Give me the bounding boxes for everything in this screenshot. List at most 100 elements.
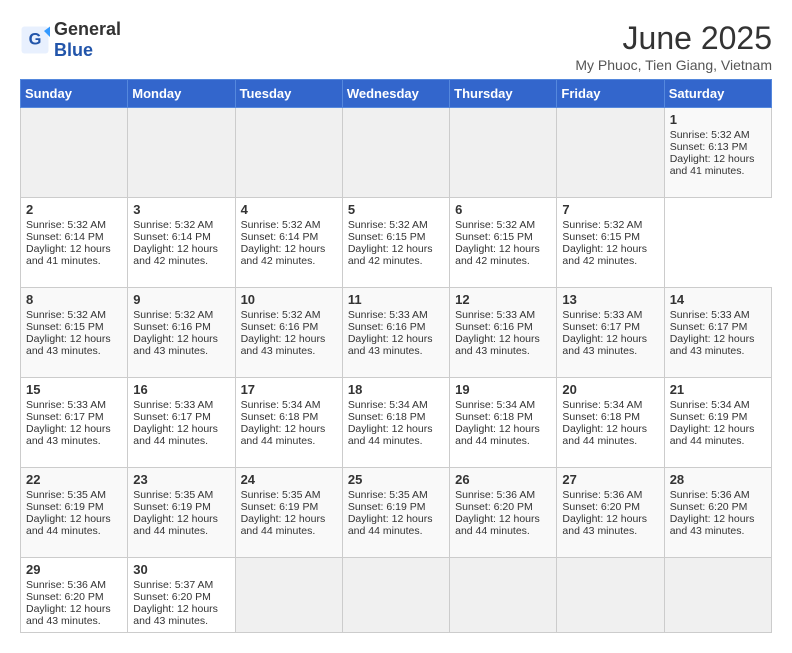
calendar-day: 25 Sunrise: 5:35 AM Sunset: 6:19 PM Dayl… — [342, 468, 449, 558]
calendar-day: 8 Sunrise: 5:32 AM Sunset: 6:15 PM Dayli… — [21, 288, 128, 378]
sunset: Sunset: 6:18 PM — [348, 411, 426, 423]
day-number: 18 — [348, 382, 444, 397]
calendar-day: 6 Sunrise: 5:32 AM Sunset: 6:15 PM Dayli… — [450, 198, 557, 288]
day-number: 19 — [455, 382, 551, 397]
sunset: Sunset: 6:19 PM — [241, 501, 319, 513]
daylight: Daylight: 12 hours and 43 minutes. — [26, 603, 111, 627]
day-number: 21 — [670, 382, 766, 397]
calendar-body: 1 Sunrise: 5:32 AM Sunset: 6:13 PM Dayli… — [21, 108, 772, 633]
day-number: 26 — [455, 472, 551, 487]
sunset: Sunset: 6:19 PM — [348, 501, 426, 513]
calendar-day — [557, 558, 664, 633]
calendar-day: 12 Sunrise: 5:33 AM Sunset: 6:16 PM Dayl… — [450, 288, 557, 378]
day-number: 20 — [562, 382, 658, 397]
calendar-day: 14 Sunrise: 5:33 AM Sunset: 6:17 PM Dayl… — [664, 288, 771, 378]
sunset: Sunset: 6:20 PM — [455, 501, 533, 513]
sunrise: Sunrise: 5:32 AM — [455, 219, 535, 231]
sunrise: Sunrise: 5:32 AM — [562, 219, 642, 231]
calendar-week-5: 22 Sunrise: 5:35 AM Sunset: 6:19 PM Dayl… — [21, 468, 772, 558]
daylight: Daylight: 12 hours and 43 minutes. — [26, 333, 111, 357]
calendar-day: 27 Sunrise: 5:36 AM Sunset: 6:20 PM Dayl… — [557, 468, 664, 558]
weekday-header-wednesday: Wednesday — [342, 80, 449, 108]
daylight: Daylight: 12 hours and 42 minutes. — [133, 243, 218, 267]
sunrise: Sunrise: 5:34 AM — [562, 399, 642, 411]
weekday-header-monday: Monday — [128, 80, 235, 108]
sunrise: Sunrise: 5:36 AM — [26, 579, 106, 591]
day-number: 7 — [562, 202, 658, 217]
day-number: 28 — [670, 472, 766, 487]
day-number: 8 — [26, 292, 122, 307]
sunrise: Sunrise: 5:32 AM — [26, 309, 106, 321]
sunrise: Sunrise: 5:32 AM — [133, 309, 213, 321]
daylight: Daylight: 12 hours and 44 minutes. — [133, 513, 218, 537]
day-number: 24 — [241, 472, 337, 487]
daylight: Daylight: 12 hours and 42 minutes. — [562, 243, 647, 267]
sunset: Sunset: 6:17 PM — [562, 321, 640, 333]
sunset: Sunset: 6:20 PM — [562, 501, 640, 513]
calendar-day: 30 Sunrise: 5:37 AM Sunset: 6:20 PM Dayl… — [128, 558, 235, 633]
calendar-day — [342, 558, 449, 633]
empty-cell — [557, 108, 664, 198]
calendar-day — [235, 558, 342, 633]
empty-cell — [21, 108, 128, 198]
sunset: Sunset: 6:15 PM — [26, 321, 104, 333]
daylight: Daylight: 12 hours and 44 minutes. — [133, 423, 218, 447]
sunset: Sunset: 6:15 PM — [562, 231, 640, 243]
daylight: Daylight: 12 hours and 41 minutes. — [26, 243, 111, 267]
sunset: Sunset: 6:17 PM — [670, 321, 748, 333]
sunset: Sunset: 6:13 PM — [670, 141, 748, 153]
day-number: 12 — [455, 292, 551, 307]
day-number: 23 — [133, 472, 229, 487]
title-area: June 2025 My Phuoc, Tien Giang, Vietnam — [575, 20, 772, 73]
calendar-day: 23 Sunrise: 5:35 AM Sunset: 6:19 PM Dayl… — [128, 468, 235, 558]
daylight: Daylight: 12 hours and 43 minutes. — [670, 333, 755, 357]
calendar-title: June 2025 — [575, 20, 772, 57]
empty-cell — [235, 108, 342, 198]
day-number: 15 — [26, 382, 122, 397]
sunset: Sunset: 6:14 PM — [26, 231, 104, 243]
sunset: Sunset: 6:20 PM — [133, 591, 211, 603]
daylight: Daylight: 12 hours and 42 minutes. — [348, 243, 433, 267]
calendar-day: 22 Sunrise: 5:35 AM Sunset: 6:19 PM Dayl… — [21, 468, 128, 558]
weekday-header-tuesday: Tuesday — [235, 80, 342, 108]
daylight: Daylight: 12 hours and 44 minutes. — [348, 423, 433, 447]
day-number: 1 — [670, 112, 766, 127]
sunset: Sunset: 6:17 PM — [26, 411, 104, 423]
day-number: 30 — [133, 562, 229, 577]
day-number: 6 — [455, 202, 551, 217]
sunrise: Sunrise: 5:34 AM — [348, 399, 428, 411]
calendar-day: 15 Sunrise: 5:33 AM Sunset: 6:17 PM Dayl… — [21, 378, 128, 468]
day-number: 27 — [562, 472, 658, 487]
calendar-week-3: 8 Sunrise: 5:32 AM Sunset: 6:15 PM Dayli… — [21, 288, 772, 378]
sunset: Sunset: 6:18 PM — [455, 411, 533, 423]
sunrise: Sunrise: 5:35 AM — [133, 489, 213, 501]
calendar-day: 16 Sunrise: 5:33 AM Sunset: 6:17 PM Dayl… — [128, 378, 235, 468]
calendar-day: 20 Sunrise: 5:34 AM Sunset: 6:18 PM Dayl… — [557, 378, 664, 468]
sunrise: Sunrise: 5:35 AM — [348, 489, 428, 501]
calendar-week-6: 29 Sunrise: 5:36 AM Sunset: 6:20 PM Dayl… — [21, 558, 772, 633]
day-number: 14 — [670, 292, 766, 307]
sunrise: Sunrise: 5:35 AM — [26, 489, 106, 501]
day-number: 5 — [348, 202, 444, 217]
daylight: Daylight: 12 hours and 43 minutes. — [455, 333, 540, 357]
sunrise: Sunrise: 5:32 AM — [241, 219, 321, 231]
daylight: Daylight: 12 hours and 43 minutes. — [670, 513, 755, 537]
daylight: Daylight: 12 hours and 44 minutes. — [562, 423, 647, 447]
sunset: Sunset: 6:19 PM — [26, 501, 104, 513]
sunrise: Sunrise: 5:33 AM — [562, 309, 642, 321]
daylight: Daylight: 12 hours and 43 minutes. — [562, 333, 647, 357]
sunrise: Sunrise: 5:32 AM — [670, 129, 750, 141]
sunset: Sunset: 6:20 PM — [26, 591, 104, 603]
calendar-day: 28 Sunrise: 5:36 AM Sunset: 6:20 PM Dayl… — [664, 468, 771, 558]
empty-cell — [128, 108, 235, 198]
day-number: 13 — [562, 292, 658, 307]
sunset: Sunset: 6:15 PM — [348, 231, 426, 243]
day-number: 29 — [26, 562, 122, 577]
daylight: Daylight: 12 hours and 41 minutes. — [670, 153, 755, 177]
calendar-day: 19 Sunrise: 5:34 AM Sunset: 6:18 PM Dayl… — [450, 378, 557, 468]
day-number: 22 — [26, 472, 122, 487]
sunset: Sunset: 6:18 PM — [562, 411, 640, 423]
logo-blue: Blue — [54, 40, 93, 60]
sunrise: Sunrise: 5:32 AM — [241, 309, 321, 321]
weekday-header-row: SundayMondayTuesdayWednesdayThursdayFrid… — [21, 80, 772, 108]
